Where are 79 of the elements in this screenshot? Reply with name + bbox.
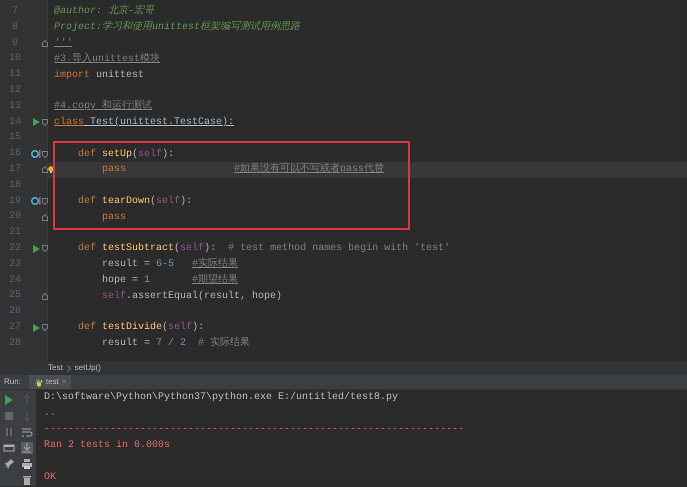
code-token: ( xyxy=(162,320,168,336)
fold-icon[interactable] xyxy=(42,324,48,332)
code-token: ): xyxy=(204,242,216,256)
code-token: #3.导入unittest模块 xyxy=(54,52,160,67)
override-icon[interactable] xyxy=(31,150,41,158)
run-icon[interactable] xyxy=(32,118,40,126)
fold-icon[interactable] xyxy=(42,245,48,252)
print-icon[interactable] xyxy=(21,458,33,470)
code-token: #实际结果 xyxy=(192,257,238,272)
run-icon[interactable] xyxy=(32,244,40,253)
code-token: hope = xyxy=(101,274,140,288)
pin-icon[interactable] xyxy=(3,458,15,470)
chevron-icon xyxy=(66,364,71,372)
override-icon[interactable] xyxy=(31,197,41,206)
console-line: ---------------------------------------------------------------------- xyxy=(44,423,464,437)
code-token: testSubtract xyxy=(102,242,174,256)
code-token: ( xyxy=(132,148,138,162)
code-token: import xyxy=(54,68,92,83)
code-token: ( xyxy=(174,242,180,256)
code-token: pass xyxy=(101,210,126,225)
trash-icon[interactable] xyxy=(21,474,33,486)
code-token: class xyxy=(54,116,84,130)
code-token: Test(unittest.TestCase): xyxy=(89,116,234,130)
code-token: # 实际结果 xyxy=(197,336,250,352)
console-line: .. xyxy=(44,407,58,421)
code-token: #如果没有可以不写或者pass代替 xyxy=(234,162,384,178)
code-token: testDivide xyxy=(102,320,162,336)
code-token: ( xyxy=(150,194,156,209)
layout-icon[interactable] xyxy=(3,442,15,454)
run-tab[interactable]: test × xyxy=(28,375,72,389)
code-token: self xyxy=(156,194,180,209)
code-token: #4.copy 和运行测试 xyxy=(54,99,152,114)
code-token: #期望结果 xyxy=(192,272,238,288)
code-token: ''' xyxy=(54,36,72,51)
wrap-icon[interactable] xyxy=(21,426,33,438)
code-token: ): xyxy=(162,148,174,162)
run-icon[interactable] xyxy=(32,324,40,332)
code-token: def xyxy=(77,194,98,209)
code-token: 1 xyxy=(144,274,152,288)
fold-icon[interactable] xyxy=(42,166,48,174)
code-token: ): xyxy=(192,320,204,336)
code-token: @author: 北京-宏哥 xyxy=(54,4,154,20)
run-label: Run: xyxy=(4,376,21,388)
code-token: self xyxy=(180,242,204,256)
code-token: self xyxy=(168,320,192,336)
code-token: self xyxy=(138,148,162,162)
lightbulb-icon[interactable] xyxy=(48,166,54,174)
code-token: self xyxy=(101,290,126,304)
code-token: Project:学习和使用unittest框架编写测试用例思路 xyxy=(54,20,300,36)
console-line: D:\software\Python\Python37\python.exe E:/untitled/test8.py xyxy=(44,390,400,405)
code-token: setUp xyxy=(102,148,132,162)
fold-icon[interactable] xyxy=(42,292,48,300)
code-token: def xyxy=(77,148,98,162)
code-token: def xyxy=(77,320,98,336)
fold-icon[interactable] xyxy=(42,198,48,205)
fold-icon[interactable] xyxy=(42,40,48,47)
pause-icon[interactable] xyxy=(3,426,15,438)
fold-icon[interactable] xyxy=(42,150,48,158)
code-token: result = xyxy=(101,258,152,272)
console-line: Ran 2 tests in 0.000s xyxy=(44,438,172,453)
code-token: tearDown xyxy=(102,194,150,209)
python-icon xyxy=(34,378,43,386)
breadcrumb-item[interactable]: setUp() xyxy=(74,362,101,374)
code-token: pass xyxy=(101,163,128,178)
breadcrumb-item[interactable]: Test xyxy=(48,362,63,374)
run-icon[interactable] xyxy=(3,394,15,406)
scroll-end-icon[interactable] xyxy=(21,442,33,454)
code-token: unittest xyxy=(96,68,144,83)
code-token: ): xyxy=(180,194,192,209)
fold-icon[interactable] xyxy=(42,214,48,221)
code-token: .assertEqual(result, hope) xyxy=(126,290,282,304)
console-line: OK xyxy=(44,471,58,485)
fold-icon[interactable] xyxy=(42,118,48,126)
stop-icon[interactable] xyxy=(3,410,15,422)
code-token: # test method names begin with 'test' xyxy=(227,242,450,256)
code-token: 7 / 2 xyxy=(156,336,186,352)
code-token: 6-5 xyxy=(156,258,176,272)
code-token: def xyxy=(77,242,98,256)
code-token: result = xyxy=(101,336,152,352)
